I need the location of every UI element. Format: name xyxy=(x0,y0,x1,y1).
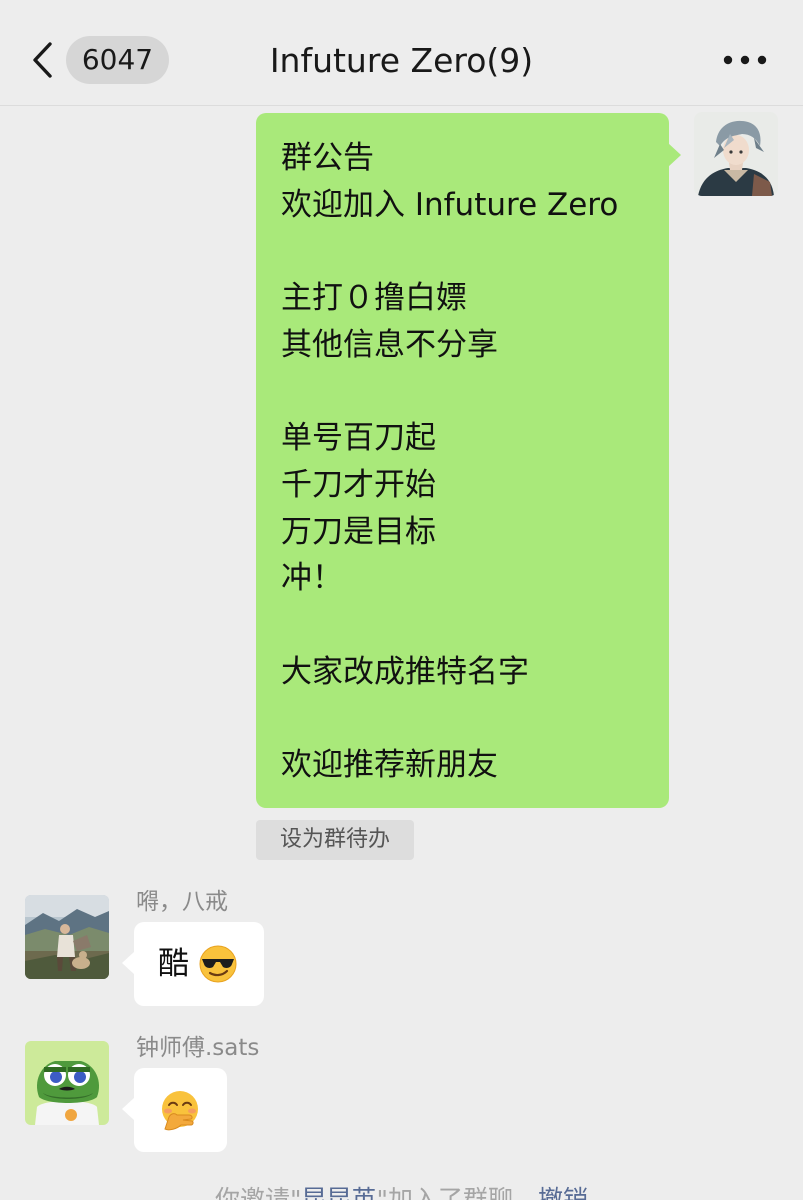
chat-screen: 6047 Infuture Zero(9) 群公告 欢迎加入 Infuture … xyxy=(0,0,803,1200)
back-chevron-icon[interactable] xyxy=(30,40,56,80)
message-bubble[interactable]: 酷 xyxy=(122,922,264,1006)
sender-name: 钟师傅.sats xyxy=(136,1035,260,1061)
announcement-line: 大家改成推特名字 xyxy=(281,653,529,690)
announcement-line xyxy=(281,695,645,742)
message-bubble[interactable] xyxy=(122,1068,227,1152)
announcement-line: 冲！ xyxy=(281,560,343,597)
invitee-name-link[interactable]: 昆昆英 xyxy=(301,1185,376,1200)
announcement-line xyxy=(281,228,645,275)
chat-header: 6047 Infuture Zero(9) xyxy=(0,0,803,106)
system-notice-text: "加入了群聊 xyxy=(376,1185,513,1200)
revoke-invite-link[interactable]: 撤销 xyxy=(538,1185,588,1200)
announcement-line: 千刀才开始 xyxy=(281,466,436,503)
announcement-line: 万刀是目标 xyxy=(281,513,436,550)
announcement-line: 欢迎推荐新朋友 xyxy=(281,746,498,783)
set-group-todo-button[interactable]: 设为群待办 xyxy=(256,820,414,860)
sender-avatar-bajie[interactable] xyxy=(25,895,109,979)
sender-avatar-zhong[interactable] xyxy=(25,1041,109,1125)
announcement-line: 欢迎加入 Infuture Zero xyxy=(281,186,619,223)
more-options-icon[interactable] xyxy=(722,52,768,68)
face-with-hand-over-mouth-icon xyxy=(162,1091,198,1131)
announcement-title: 群公告 xyxy=(281,140,374,176)
announcement-line: 单号百刀起 xyxy=(281,420,436,457)
unread-count-badge[interactable]: 6047 xyxy=(66,36,169,84)
sender-name: 嘚，八戒 xyxy=(136,889,228,915)
own-avatar[interactable] xyxy=(694,112,778,196)
announcement-line: 主打０撸白嫖 xyxy=(281,280,467,317)
message-text: 酷 xyxy=(158,946,189,982)
system-notice: 你邀请"昆昆英"加入了群聊，撤销 xyxy=(0,1182,803,1200)
announcement-line: 其他信息不分享 xyxy=(281,326,498,363)
announcement-line xyxy=(281,368,645,415)
chat-title: Infuture Zero(9) xyxy=(269,41,534,80)
announcement-line xyxy=(281,602,645,649)
smiling-face-with-sunglasses-icon xyxy=(199,945,237,983)
system-notice-text: 你邀请" xyxy=(214,1185,302,1200)
announcement-message-bubble[interactable]: 群公告 欢迎加入 Infuture Zero 主打０撸白嫖 其他信息不分享 单号… xyxy=(256,113,681,808)
